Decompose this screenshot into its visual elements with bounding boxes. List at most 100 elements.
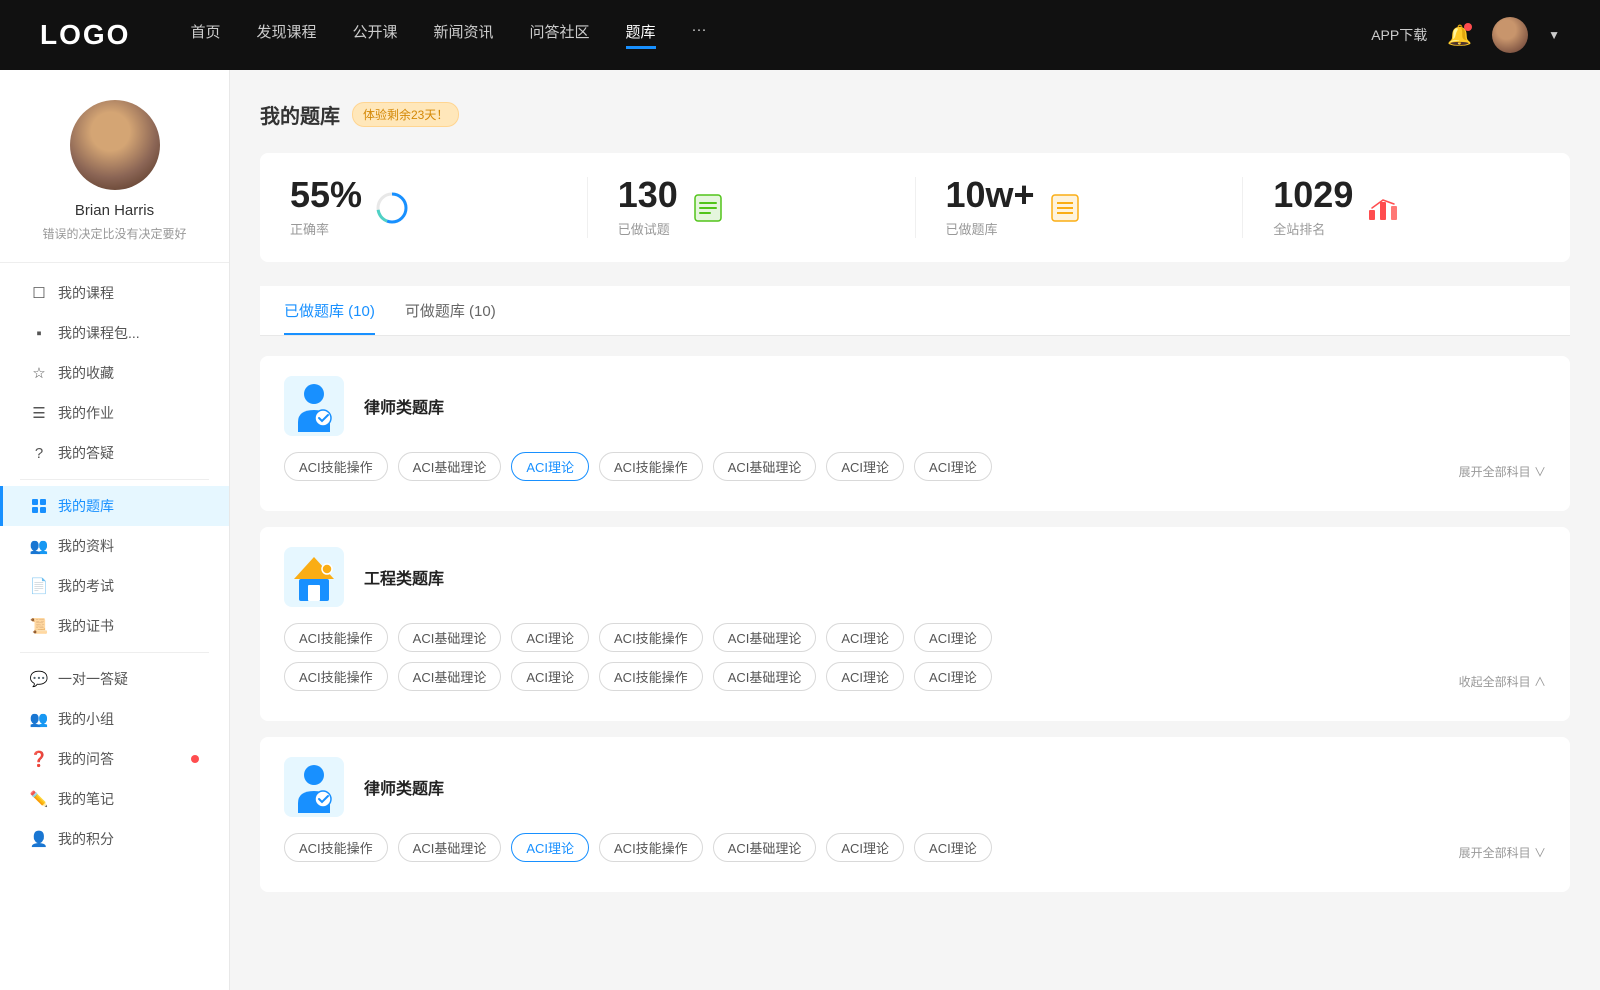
sidebar-item-favorites[interactable]: ☆ 我的收藏	[0, 353, 229, 393]
bank-title-lawyer-2: 律师类题库	[364, 775, 444, 799]
tag-lawyer2-5[interactable]: ACI理论	[826, 833, 904, 862]
my-qa-icon: ?	[30, 444, 48, 462]
homework-icon: ☰	[30, 404, 48, 422]
my-bank-label: 我的题库	[58, 496, 199, 516]
bank-title-engineer: 工程类题库	[364, 565, 444, 589]
tag-lawyer2-0[interactable]: ACI技能操作	[284, 833, 388, 862]
tag-lawyer2-2[interactable]: ACI理论	[511, 833, 589, 862]
tab-available-banks[interactable]: 可做题库 (10)	[405, 286, 496, 335]
course-package-icon: ▪	[30, 324, 48, 342]
tag-eng-r2-5[interactable]: ACI理论	[826, 662, 904, 691]
bank-tags-engineer-row2: ACI技能操作 ACI基础理论 ACI理论 ACI技能操作 ACI基础理论 AC…	[284, 662, 1459, 691]
stat-done-questions-label: 已做试题	[618, 219, 678, 238]
page-title: 我的题库	[260, 100, 340, 129]
notification-bell[interactable]: 🔔	[1447, 23, 1472, 48]
sidebar-item-my-exam[interactable]: 📄 我的考试	[0, 566, 229, 606]
sidebar-item-my-notes[interactable]: ✏️ 我的笔记	[0, 779, 229, 819]
stat-done-banks: 10w+ 已做题库	[916, 177, 1244, 238]
avatar-image	[1492, 17, 1528, 53]
stat-ranking-text: 1029 全站排名	[1273, 177, 1353, 238]
lawyer-icon-1	[284, 376, 344, 436]
tag-eng-0[interactable]: ACI技能操作	[284, 623, 388, 652]
stat-done-banks-text: 10w+ 已做题库	[946, 177, 1035, 238]
nav-news[interactable]: 新闻资讯	[434, 21, 494, 49]
sidebar-item-homework[interactable]: ☰ 我的作业	[0, 393, 229, 433]
stats-row: 55% 正确率 130 已做试题	[260, 153, 1570, 262]
my-courses-icon: ☐	[30, 284, 48, 302]
navbar: LOGO 首页 发现课程 公开课 新闻资讯 问答社区 题库 ··· APP下载 …	[0, 0, 1600, 70]
tag-lawyer2-6[interactable]: ACI理论	[914, 833, 992, 862]
tag-eng-r2-2[interactable]: ACI理论	[511, 662, 589, 691]
my-data-label: 我的资料	[58, 536, 199, 556]
collapse-engineer[interactable]: 收起全部科目 ∧	[1459, 673, 1546, 690]
tag-lawyer-1-2[interactable]: ACI理论	[511, 452, 589, 481]
tab-done-banks[interactable]: 已做题库 (10)	[284, 286, 375, 335]
nav-home[interactable]: 首页	[190, 21, 220, 49]
tag-eng-r2-3[interactable]: ACI技能操作	[599, 662, 703, 691]
tag-eng-r2-6[interactable]: ACI理论	[914, 662, 992, 691]
sidebar-divider-1	[20, 479, 209, 480]
bank-tags-lawyer-2: ACI技能操作 ACI基础理论 ACI理论 ACI技能操作 ACI基础理论 AC…	[284, 833, 1459, 862]
page-header: 我的题库 体验剩余23天！	[260, 100, 1570, 129]
stat-accuracy: 55% 正确率	[260, 177, 588, 238]
tag-lawyer2-3[interactable]: ACI技能操作	[599, 833, 703, 862]
stat-ranking: 1029 全站排名	[1243, 177, 1570, 238]
tag-eng-2[interactable]: ACI理论	[511, 623, 589, 652]
tag-eng-r2-4[interactable]: ACI基础理论	[713, 662, 817, 691]
tag-lawyer-1-4[interactable]: ACI基础理论	[713, 452, 817, 481]
sidebar-item-my-qa[interactable]: ? 我的答疑	[0, 433, 229, 473]
nav-bank[interactable]: 题库	[626, 21, 656, 49]
tag-lawyer-1-0[interactable]: ACI技能操作	[284, 452, 388, 481]
tag-eng-3[interactable]: ACI技能操作	[599, 623, 703, 652]
sidebar-item-course-package[interactable]: ▪ 我的课程包...	[0, 313, 229, 353]
sidebar-item-my-questions[interactable]: ❓ 我的问答	[0, 739, 229, 779]
user-avatar[interactable]	[1492, 17, 1528, 53]
one-on-one-label: 一对一答疑	[58, 669, 199, 689]
sidebar-item-one-on-one[interactable]: 💬 一对一答疑	[0, 659, 229, 699]
my-group-label: 我的小组	[58, 709, 199, 729]
tag-eng-r2-1[interactable]: ACI基础理论	[398, 662, 502, 691]
sidebar-item-my-courses[interactable]: ☐ 我的课程	[0, 273, 229, 313]
one-on-one-icon: 💬	[30, 670, 48, 688]
expand-lawyer-2[interactable]: 展开全部科目 ∨	[1459, 844, 1546, 861]
tag-eng-6[interactable]: ACI理论	[914, 623, 992, 652]
app-download-link[interactable]: APP下载	[1371, 25, 1427, 45]
tag-eng-4[interactable]: ACI基础理论	[713, 623, 817, 652]
stat-done-questions: 130 已做试题	[588, 177, 916, 238]
tag-eng-r2-0[interactable]: ACI技能操作	[284, 662, 388, 691]
bank-tags-lawyer-1: ACI技能操作 ACI基础理论 ACI理论 ACI技能操作 ACI基础理论 AC…	[284, 452, 1459, 481]
tag-lawyer2-4[interactable]: ACI基础理论	[713, 833, 817, 862]
sidebar-item-my-points[interactable]: 👤 我的积分	[0, 819, 229, 859]
stat-done-banks-value: 10w+	[946, 177, 1035, 213]
bank-card-engineer-header: 工程类题库	[284, 547, 1546, 607]
my-data-icon: 👥	[30, 537, 48, 555]
tag-lawyer-1-6[interactable]: ACI理论	[914, 452, 992, 481]
expand-lawyer-1[interactable]: 展开全部科目 ∨	[1459, 463, 1546, 480]
nav-qa[interactable]: 问答社区	[530, 21, 590, 49]
nav-more[interactable]: ···	[692, 21, 707, 49]
my-points-label: 我的积分	[58, 829, 199, 849]
bank-card-lawyer-2: 律师类题库 ACI技能操作 ACI基础理论 ACI理论 ACI技能操作 ACI基…	[260, 737, 1570, 892]
bank-card-lawyer-1-header: 律师类题库	[284, 376, 1546, 436]
stat-accuracy-value: 55%	[290, 177, 362, 213]
logo: LOGO	[40, 19, 130, 51]
tag-lawyer-1-1[interactable]: ACI基础理论	[398, 452, 502, 481]
stat-accuracy-label: 正确率	[290, 219, 362, 238]
nav-open-course[interactable]: 公开课	[352, 21, 397, 49]
main-content: 我的题库 体验剩余23天！ 55% 正确率	[230, 70, 1600, 990]
stat-ranking-value: 1029	[1273, 177, 1353, 213]
stat-accuracy-text: 55% 正确率	[290, 177, 362, 238]
tag-lawyer2-1[interactable]: ACI基础理论	[398, 833, 502, 862]
tag-eng-5[interactable]: ACI理论	[826, 623, 904, 652]
sidebar-item-my-data[interactable]: 👥 我的资料	[0, 526, 229, 566]
tag-lawyer-1-3[interactable]: ACI技能操作	[599, 452, 703, 481]
tag-eng-1[interactable]: ACI基础理论	[398, 623, 502, 652]
sidebar-item-my-cert[interactable]: 📜 我的证书	[0, 606, 229, 646]
sidebar-item-my-group[interactable]: 👥 我的小组	[0, 699, 229, 739]
tag-lawyer-1-5[interactable]: ACI理论	[826, 452, 904, 481]
sidebar-item-my-bank[interactable]: 我的题库	[0, 486, 229, 526]
nav-discover[interactable]: 发现课程	[256, 21, 316, 49]
user-dropdown-arrow[interactable]: ▼	[1548, 28, 1560, 42]
profile-avatar-image	[70, 100, 160, 190]
trial-badge: 体验剩余23天！	[352, 102, 459, 127]
